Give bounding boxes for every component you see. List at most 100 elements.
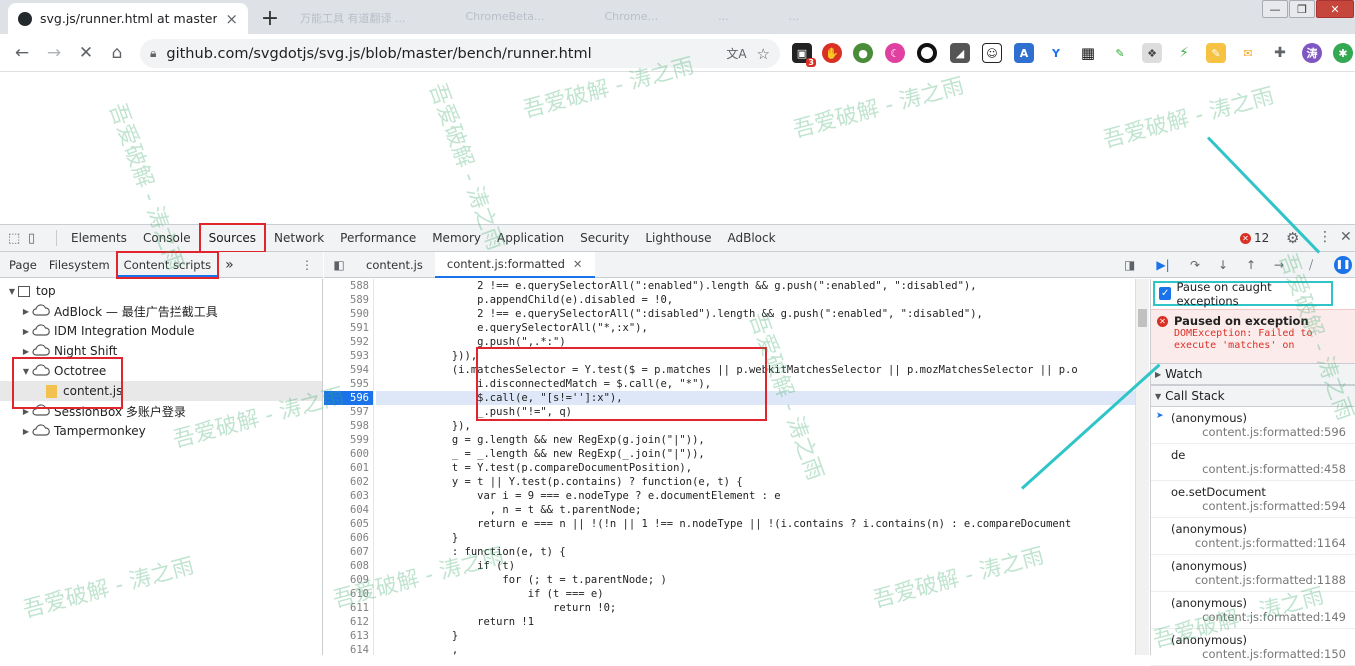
tree-item[interactable]: ▶ Tampermonkey — [0, 421, 322, 441]
call-stack-section-header[interactable]: ▼ Call Stack — [1151, 385, 1355, 407]
extension-icon[interactable]: ⚡︎ — [1174, 43, 1194, 63]
toggle-debugger-icon[interactable]: ◨ — [1124, 258, 1135, 272]
extension-icon[interactable]: ☺ — [982, 43, 1002, 63]
resume-icon[interactable]: ▶︎| — [1154, 256, 1172, 274]
tab-performance[interactable]: Performance — [332, 225, 424, 252]
tab-network[interactable]: Network — [266, 225, 332, 252]
deactivate-breakpoints-icon[interactable]: ⧸ — [1302, 256, 1320, 274]
extension-icon[interactable]: ✎ — [1110, 43, 1130, 63]
line-number[interactable]: 590 — [324, 307, 373, 321]
extensions-puzzle-icon[interactable]: ✚ — [1270, 43, 1290, 63]
profile-avatar[interactable]: 涛 — [1302, 43, 1322, 63]
line-number[interactable]: 608 — [324, 559, 373, 573]
ghost-tab[interactable]: ... — [789, 10, 800, 26]
extension-icon[interactable]: ❖ — [1142, 43, 1162, 63]
device-toolbar-icon[interactable]: ▯ — [28, 231, 50, 246]
extension-icon[interactable]: Y — [1046, 43, 1066, 63]
omnibox[interactable]: 🔒︎ github.com/svgdotjs/svg.js/blob/maste… — [140, 39, 780, 68]
call-frame[interactable]: (anonymous) content.js:formatted:149 — [1151, 592, 1355, 629]
toggle-navigator-icon[interactable]: ◧ — [324, 258, 354, 272]
line-number[interactable]: 589 — [324, 293, 373, 307]
call-frame-location[interactable]: content.js:formatted:458 — [1171, 462, 1350, 476]
ghost-tab[interactable]: ... — [718, 10, 729, 26]
call-frame[interactable]: (anonymous) content.js:formatted:1188 — [1151, 555, 1355, 592]
call-frame[interactable]: (anonymous) content.js:formatted:150 — [1151, 629, 1355, 666]
new-tab-button[interactable]: + — [257, 5, 283, 31]
call-frame-location[interactable]: content.js:formatted:149 — [1171, 610, 1350, 624]
tab-application[interactable]: Application — [489, 225, 572, 252]
pause-caught-exceptions-row[interactable]: ✓ Pause on caught exceptions — [1153, 280, 1333, 308]
line-number[interactable]: 609 — [324, 573, 373, 587]
call-frame-location[interactable]: content.js:formatted:1188 — [1171, 573, 1350, 587]
line-number[interactable]: 607 — [324, 545, 373, 559]
pause-on-exceptions-icon[interactable]: ❚❚ — [1334, 256, 1352, 274]
line-number[interactable]: 602 — [324, 475, 373, 489]
step-over-icon[interactable]: ↷ — [1186, 256, 1204, 274]
minimize-button[interactable]: — — [1262, 0, 1288, 18]
tree-item[interactable]: ▼ top — [0, 281, 322, 301]
back-arrow-icon[interactable]: ← — [11, 42, 33, 64]
call-frame-location[interactable]: content.js:formatted:150 — [1171, 647, 1350, 661]
stop-loading-icon[interactable]: ✕ — [75, 42, 97, 64]
call-frame[interactable]: (anonymous) content.js:formatted:1164 — [1151, 518, 1355, 555]
line-number[interactable]: 606 — [324, 531, 373, 545]
tab-lighthouse[interactable]: Lighthouse — [637, 225, 719, 252]
extension-icon[interactable]: A — [1014, 43, 1034, 63]
extension-icon[interactable]: ✎ — [1206, 43, 1226, 63]
code-editor[interactable]: 588 589 590 591 592 593 594 595 596 597 598 599 600 6… — [324, 279, 1149, 655]
night-shift-extension-icon[interactable]: ☾ — [885, 43, 905, 63]
forward-arrow-icon[interactable]: → — [43, 42, 65, 64]
extension-icon[interactable]: ✉ — [1238, 43, 1258, 63]
line-number[interactable]: 613 — [324, 629, 373, 643]
line-number[interactable]: 597 — [324, 405, 373, 419]
close-tab-icon[interactable]: × — [225, 10, 238, 28]
more-options-icon[interactable]: ⋮ — [1318, 229, 1332, 245]
line-number[interactable]: 612 — [324, 615, 373, 629]
tree-item[interactable]: ▶ IDM Integration Module — [0, 321, 322, 341]
line-number[interactable]: 599 — [324, 433, 373, 447]
tab-elements[interactable]: Elements — [63, 225, 135, 252]
maximize-button[interactable]: ❐ — [1289, 0, 1315, 18]
navigator-menu-icon[interactable]: ⋮ — [301, 258, 313, 272]
error-counter[interactable]: ✕ 12 — [1240, 231, 1269, 245]
translate-icon[interactable]: 文A — [726, 45, 746, 62]
step-icon[interactable]: → — [1270, 256, 1288, 274]
adblock-extension-icon[interactable]: ✋ — [822, 43, 842, 63]
close-devtools-icon[interactable]: ✕ — [1340, 229, 1352, 245]
step-into-icon[interactable]: ↓ — [1214, 256, 1232, 274]
more-tabs-chevron-icon[interactable]: » — [219, 252, 240, 278]
close-window-button[interactable]: ✕ — [1316, 0, 1354, 18]
call-frame[interactable]: ➤ (anonymous) content.js:formatted:596 — [1151, 407, 1355, 444]
home-icon[interactable]: ⌂ — [106, 42, 128, 64]
line-number[interactable]: 605 — [324, 517, 373, 531]
line-number[interactable]: 595 — [324, 377, 373, 391]
call-frame-location[interactable]: content.js:formatted:594 — [1171, 499, 1350, 513]
url-text[interactable]: github.com/svgdotjs/svg.js/blob/master/b… — [166, 46, 716, 62]
editor-tab-content-js[interactable]: content.js — [354, 252, 435, 278]
qr-code-extension-icon[interactable]: ▦ — [1078, 43, 1098, 63]
watch-section-header[interactable]: ▶ Watch — [1151, 363, 1355, 385]
line-number[interactable]: 614 — [324, 643, 373, 655]
browser-tab[interactable]: svg.js/runner.html at master · s × — [8, 3, 248, 34]
line-number[interactable]: 594 — [324, 363, 373, 377]
line-number[interactable]: 593 — [324, 349, 373, 363]
inspect-element-icon[interactable]: ⬚ — [8, 231, 28, 246]
bookmark-star-icon[interactable]: ☆ — [757, 45, 770, 63]
line-number[interactable]: 610 — [324, 587, 373, 601]
tab-page[interactable]: Page — [0, 252, 43, 278]
extension-icon[interactable]: ◢ — [950, 43, 970, 63]
line-number[interactable]: 588 — [324, 279, 373, 293]
extension-icon[interactable]: ✱ — [1333, 43, 1353, 63]
tab-adblock[interactable]: AdBlock — [720, 225, 784, 252]
editor-tab-content-js-formatted[interactable]: content.js:formatted ✕ — [434, 251, 595, 278]
line-number[interactable]: 603 — [324, 489, 373, 503]
call-frame[interactable]: oe.setDocument content.js:formatted:594 — [1151, 481, 1355, 518]
line-number[interactable]: 611 — [324, 601, 373, 615]
close-editor-tab-icon[interactable]: ✕ — [573, 257, 583, 271]
call-frame[interactable]: de content.js:formatted:458 — [1151, 444, 1355, 481]
extension-icon[interactable]: ▣ 3 — [792, 43, 816, 67]
chevron-down-icon[interactable]: ▼ — [6, 287, 18, 296]
line-number[interactable]: 596 — [324, 391, 373, 405]
line-number[interactable]: 604 — [324, 503, 373, 517]
line-number[interactable]: 600 — [324, 447, 373, 461]
